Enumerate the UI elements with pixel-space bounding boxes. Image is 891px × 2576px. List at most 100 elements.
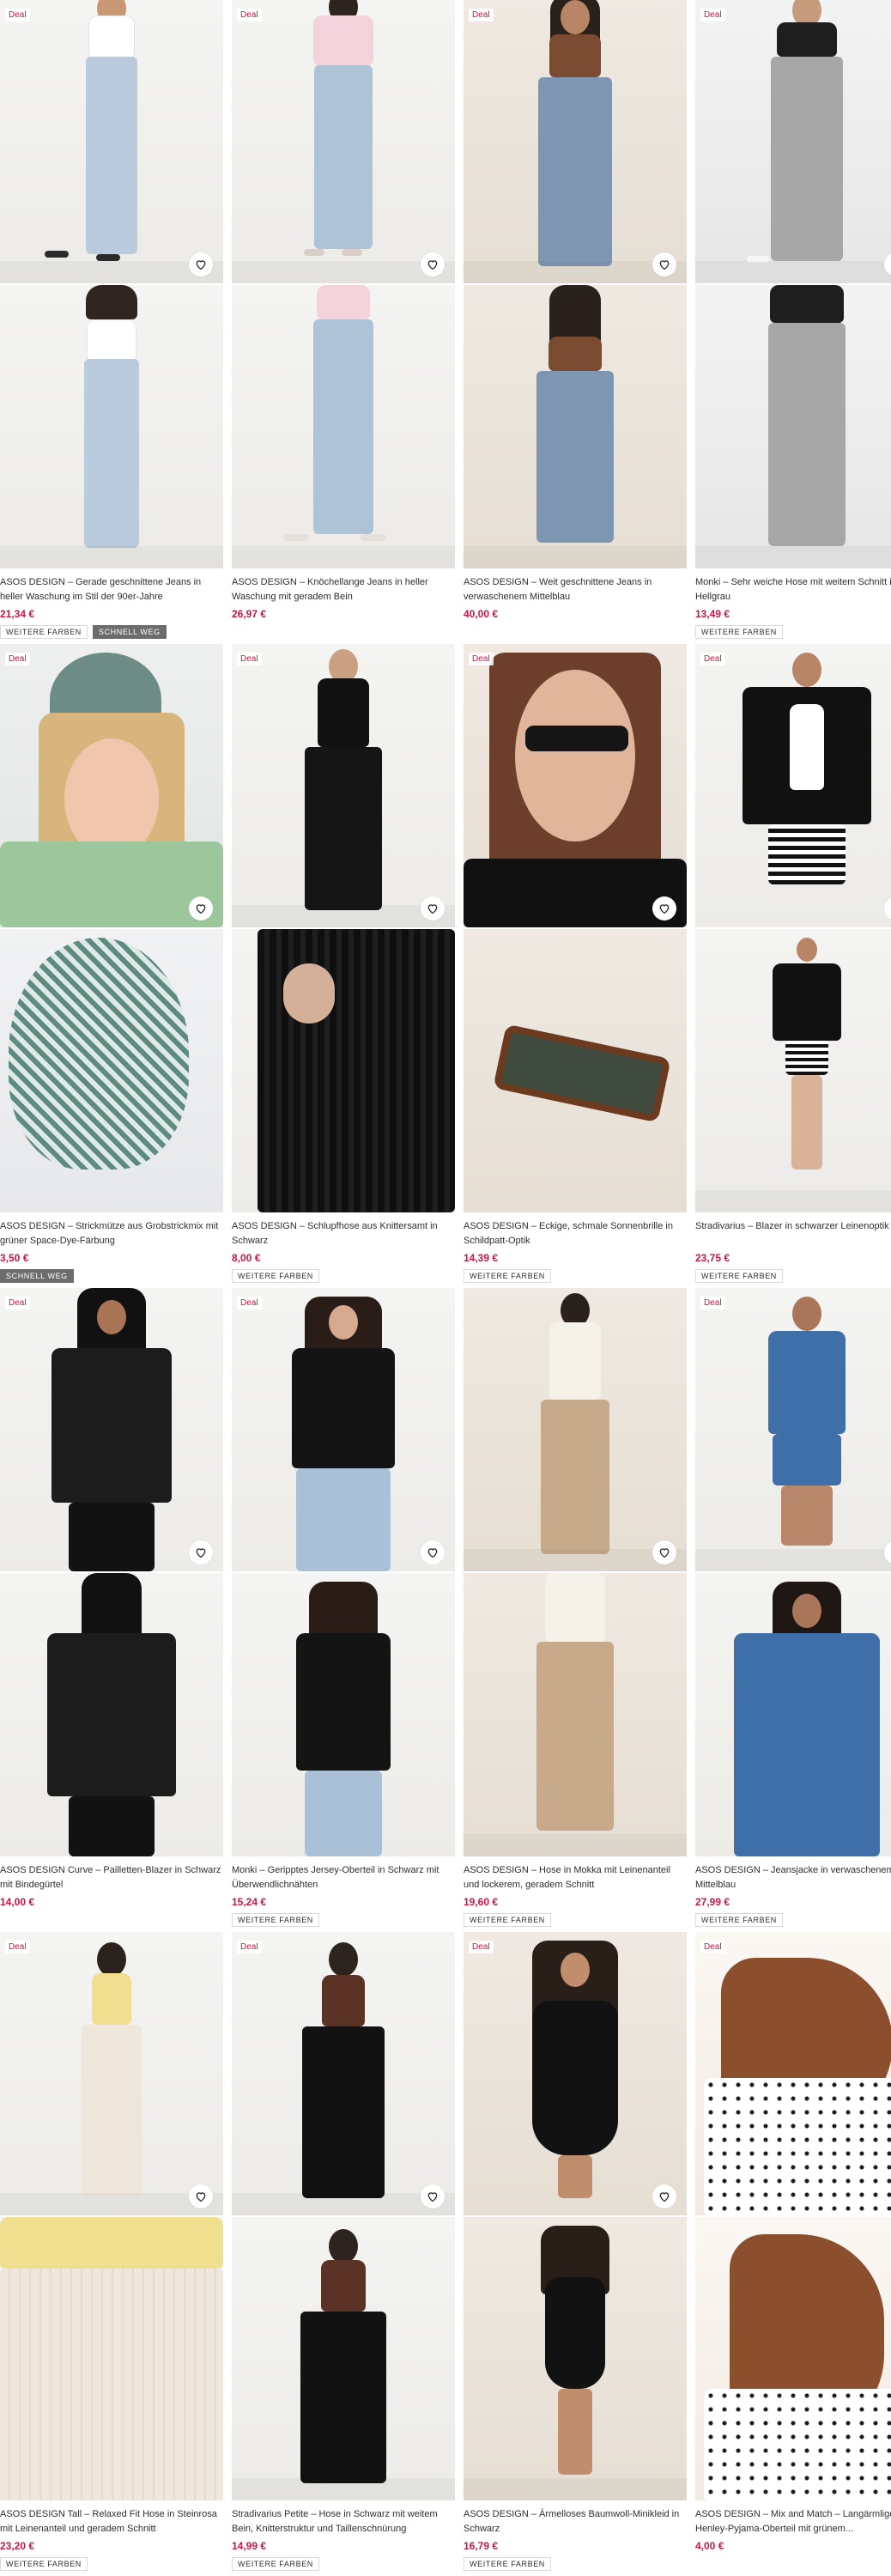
product-title[interactable]: ASOS DESIGN – Ärmelloses Baumwoll-Minikl… (464, 2507, 687, 2537)
product-card[interactable]: Deal ASOS DESIGN Curve – Pailletten-Blaz… (0, 1288, 223, 1932)
product-image-primary[interactable]: Deal (695, 0, 891, 283)
product-title[interactable]: Monki – Sehr weiche Hose mit weitem Schn… (695, 575, 891, 605)
product-price: 14,99 € (232, 2540, 267, 2552)
product-title[interactable]: ASOS DESIGN – Gerade geschnittene Jeans … (0, 575, 223, 605)
product-image-primary[interactable]: Deal (232, 1932, 455, 2215)
product-image-primary[interactable]: Deal (0, 0, 223, 283)
wishlist-heart-icon[interactable] (421, 2184, 445, 2208)
product-title[interactable]: ASOS DESIGN – Jeansjacke in verwaschenem… (695, 1863, 891, 1893)
product-image-secondary[interactable] (232, 2217, 455, 2500)
product-title[interactable]: Stradivarius – Blazer in schwarzer Leine… (695, 1219, 891, 1249)
badge-more-colors: WEITERE FARBEN (0, 625, 88, 639)
product-card[interactable]: Deal ASOS DESIGN Tall – Relaxed Fit Hose… (0, 1932, 223, 2576)
deal-badge: Deal (237, 9, 262, 21)
product-image-primary[interactable]: Deal (695, 644, 891, 927)
product-card[interactable]: Deal ASOS DESIGN – Gerade geschnittene J… (0, 0, 223, 644)
wishlist-heart-icon[interactable] (189, 2184, 213, 2208)
product-grid: Deal ASOS DESIGN – Gerade geschnittene J… (0, 0, 891, 2576)
product-image-primary[interactable]: Deal (0, 1932, 223, 2215)
product-title[interactable]: ASOS DESIGN – Weit geschnittene Jeans in… (464, 575, 687, 605)
product-image-secondary[interactable] (232, 1573, 455, 1856)
badge-more-colors: WEITERE FARBEN (695, 1913, 783, 1927)
product-image-primary[interactable]: Deal (0, 1288, 223, 1571)
wishlist-heart-icon[interactable] (189, 1540, 213, 1564)
product-title[interactable]: ASOS DESIGN – Eckige, schmale Sonnenbril… (464, 1219, 687, 1249)
product-image-secondary[interactable] (464, 2217, 687, 2500)
badge-selling-fast: SCHNELL WEG (0, 1269, 74, 1283)
product-title[interactable]: ASOS DESIGN – Schlupfhose aus Knittersam… (232, 1219, 455, 1249)
product-card[interactable]: Deal Stradivarius – Blazer in schwarzer … (695, 644, 891, 1288)
product-badges: WEITERE FARBEN (0, 2557, 223, 2571)
product-image-primary[interactable]: Deal (0, 644, 223, 927)
product-image-secondary[interactable] (0, 2217, 223, 2500)
product-title[interactable]: ASOS DESIGN – Hose in Mokka mit Leinenan… (464, 1863, 687, 1893)
product-title[interactable]: ASOS DESIGN – Mix and Match – Langärmlig… (695, 2507, 891, 2537)
product-grid-page: Deal ASOS DESIGN – Gerade geschnittene J… (0, 0, 891, 2576)
product-image-primary[interactable] (464, 1288, 687, 1571)
product-price: 14,00 € (0, 1896, 35, 1908)
product-image-secondary[interactable] (232, 285, 455, 568)
product-image-primary[interactable]: Deal (464, 1932, 687, 2215)
badge-more-colors: WEITERE FARBEN (464, 2557, 551, 2571)
product-card[interactable]: ASOS DESIGN – Hose in Mokka mit Leinenan… (464, 1288, 687, 1932)
deal-badge: Deal (700, 9, 725, 21)
wishlist-heart-icon[interactable] (652, 1540, 676, 1564)
product-image-primary[interactable]: Deal (695, 1288, 891, 1571)
product-image-secondary[interactable] (0, 929, 223, 1212)
wishlist-heart-icon[interactable] (189, 896, 213, 920)
product-title[interactable]: ASOS DESIGN Tall – Relaxed Fit Hose in S… (0, 2507, 223, 2537)
product-image-primary[interactable]: Deal (464, 0, 687, 283)
product-card[interactable]: Deal Stradivarius Petite – Hose in Schwa… (232, 1932, 455, 2576)
product-image-primary[interactable]: Deal (464, 644, 687, 927)
deal-badge: Deal (700, 1297, 725, 1309)
product-card[interactable]: Deal ASOS DESIGN – Jeansjacke in verwasc… (695, 1288, 891, 1932)
product-card[interactable]: Deal ASOS DESIGN – Strickmütze aus Grobs… (0, 644, 223, 1288)
product-title[interactable]: Stradivarius Petite – Hose in Schwarz mi… (232, 2507, 455, 2537)
product-image-primary[interactable]: Deal (232, 1288, 455, 1571)
product-price: 26,97 € (232, 608, 267, 620)
product-image-secondary[interactable] (695, 2217, 891, 2500)
deal-badge: Deal (5, 1941, 30, 1953)
wishlist-heart-icon[interactable] (421, 896, 445, 920)
product-title[interactable]: ASOS DESIGN – Knöchellange Jeans in hell… (232, 575, 455, 605)
product-card[interactable]: Deal Monki – Sehr weiche Hose mit weitem… (695, 0, 891, 644)
wishlist-heart-icon[interactable] (652, 252, 676, 276)
product-title[interactable]: ASOS DESIGN – Strickmütze aus Grobstrick… (0, 1219, 223, 1249)
product-title[interactable]: Monki – Geripptes Jersey-Oberteil in Sch… (232, 1863, 455, 1893)
product-image-secondary[interactable] (0, 285, 223, 568)
product-card[interactable]: Deal ASOS DESIGN – Knöchellange Jeans in… (232, 0, 455, 644)
product-title[interactable]: ASOS DESIGN Curve – Pailletten-Blazer in… (0, 1863, 223, 1893)
product-card[interactable]: Deal ASOS DESIGN – Ärmelloses Baumwoll-M… (464, 1932, 687, 2576)
deal-badge: Deal (700, 1941, 725, 1953)
product-image-secondary[interactable] (695, 929, 891, 1212)
product-image-secondary[interactable] (0, 1573, 223, 1856)
product-price: 27,99 € (695, 1896, 730, 1908)
deal-badge: Deal (469, 9, 494, 21)
deal-badge: Deal (700, 653, 725, 665)
product-image-secondary[interactable] (232, 929, 455, 1212)
product-card[interactable]: Deal ASOS DESIGN – Weit geschnittene Jea… (464, 0, 687, 644)
product-image-secondary[interactable] (695, 1573, 891, 1856)
product-image-secondary[interactable] (695, 285, 891, 568)
wishlist-heart-icon[interactable] (652, 2184, 676, 2208)
wishlist-heart-icon[interactable] (652, 896, 676, 920)
product-image-primary[interactable]: Deal (695, 1932, 891, 2215)
product-card[interactable]: Deal Monki – Geripptes Jersey-Oberteil i… (232, 1288, 455, 1932)
product-image-secondary[interactable] (464, 929, 687, 1212)
product-card[interactable]: Deal ASOS DESIGN – Schlupfhose aus Knitt… (232, 644, 455, 1288)
product-price: 16,79 € (464, 2540, 499, 2552)
wishlist-heart-icon[interactable] (189, 252, 213, 276)
product-price: 40,00 € (464, 608, 499, 620)
badge-more-colors: WEITERE FARBEN (232, 2557, 319, 2571)
product-image-primary[interactable]: Deal (232, 644, 455, 927)
product-card[interactable]: Deal ASOS DESIGN – Eckige, schmale Sonne… (464, 644, 687, 1288)
wishlist-heart-icon[interactable] (421, 1540, 445, 1564)
product-image-secondary[interactable] (464, 285, 687, 568)
product-card[interactable]: Deal ASOS DESIGN – Mix and Match – Langä… (695, 1932, 891, 2576)
product-image-primary[interactable]: Deal (232, 0, 455, 283)
wishlist-heart-icon[interactable] (421, 252, 445, 276)
product-price: 15,24 € (232, 1896, 267, 1908)
product-price: 21,34 € (0, 608, 35, 620)
deal-badge: Deal (469, 653, 494, 665)
product-image-secondary[interactable] (464, 1573, 687, 1856)
